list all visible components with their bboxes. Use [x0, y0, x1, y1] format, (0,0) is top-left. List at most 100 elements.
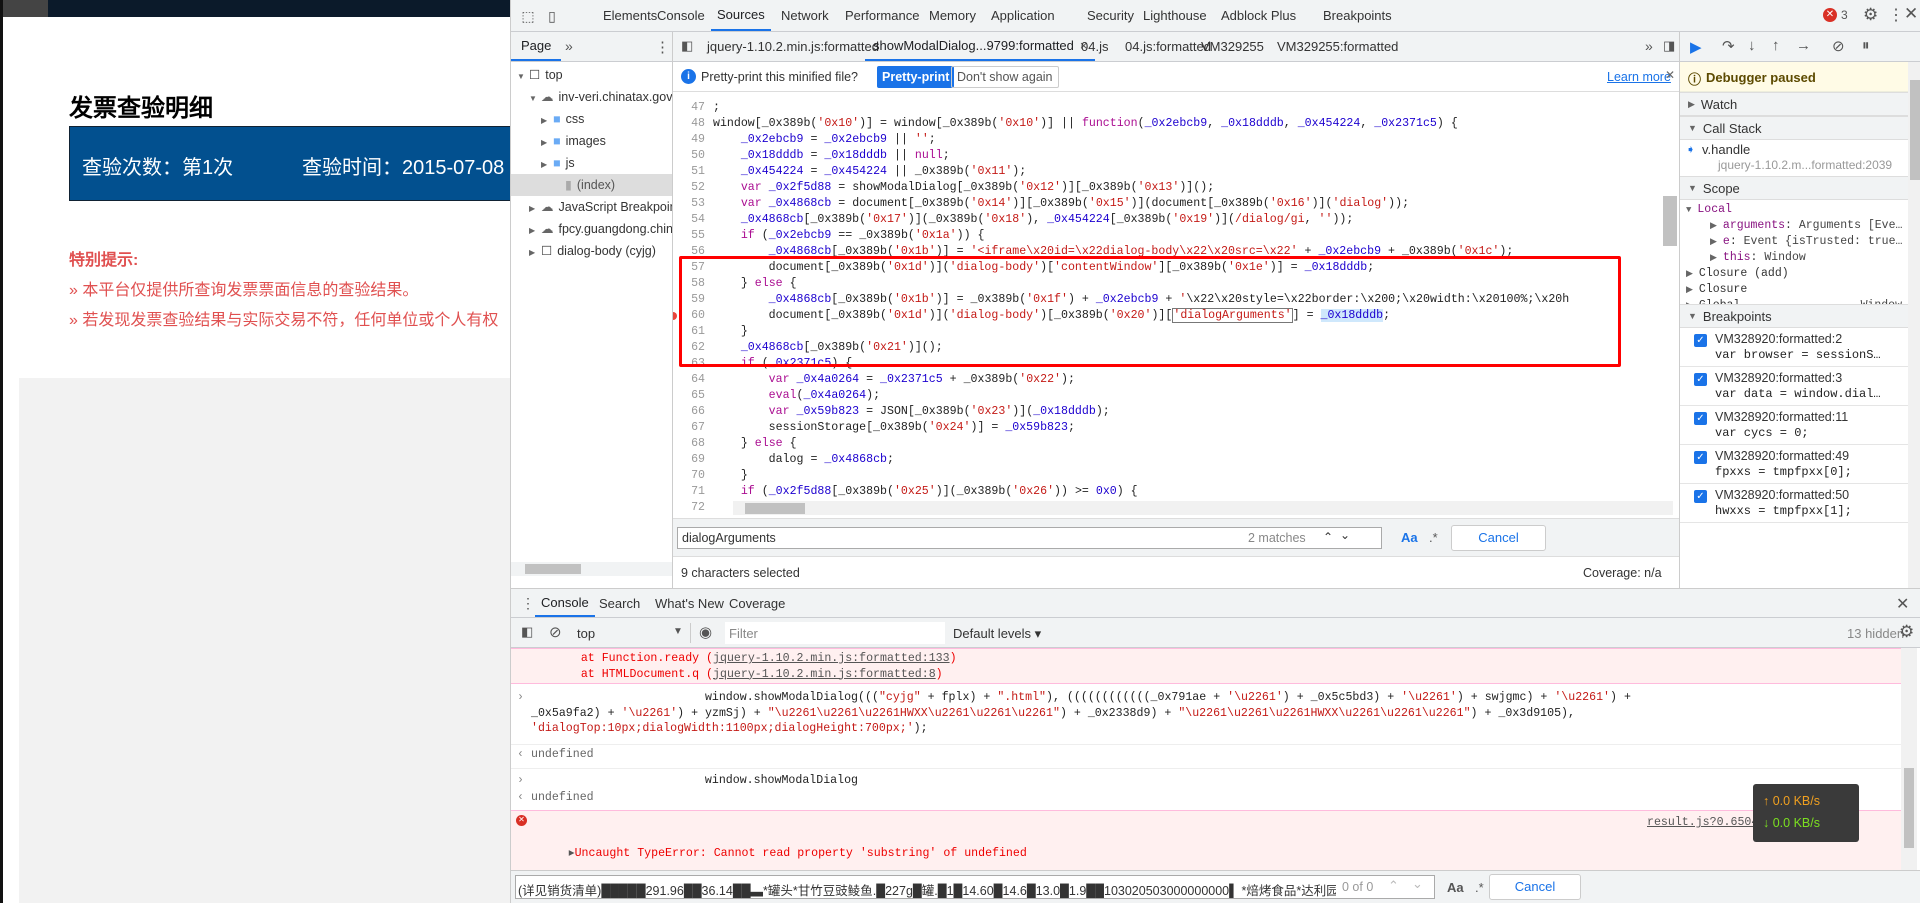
line-number[interactable]: 64 — [673, 372, 713, 388]
code-line[interactable]: 71 if (_0x2f5d88[_0x389b('0x25')](_0x389… — [673, 484, 1673, 500]
code-line[interactable]: 55 if (_0x2ebcb9 == _0x389b('0x1a')) { — [673, 228, 1673, 244]
line-number[interactable]: 70 — [673, 468, 713, 484]
editor-hscrollbar[interactable] — [733, 501, 1673, 515]
line-number[interactable]: 66 — [673, 404, 713, 420]
tab-performance[interactable]: Performance — [839, 0, 925, 31]
drawer-menu-icon[interactable]: ⋮ — [521, 595, 535, 612]
breakpoints-section-header[interactable]: ▼ Breakpoints — [1680, 304, 1908, 328]
settings-gear-icon[interactable]: ⚙ — [1863, 5, 1878, 25]
tree-item[interactable]: ▼ ☐ top — [511, 64, 672, 86]
line-number[interactable]: 65 — [673, 388, 713, 404]
drawer-tab-console[interactable]: Console — [535, 589, 595, 617]
line-number[interactable]: 53 — [673, 196, 713, 212]
stack-link[interactable]: jquery-1.10.2.min.js:formatted:8 — [713, 668, 936, 681]
tab-security[interactable]: Security — [1081, 0, 1140, 31]
line-number[interactable]: 72 — [673, 500, 713, 512]
tree-item[interactable]: ▮ (index) — [511, 174, 672, 196]
tree-item[interactable]: ▼☁ inv-veri.chinatax.gov.cn — [511, 86, 672, 108]
tab-sources[interactable]: Sources — [711, 0, 771, 31]
scope-variable[interactable]: ▶ arguments: Arguments [Eve… — [1680, 218, 1908, 234]
file-tab[interactable]: jquery-1.10.2.min.js:formatted — [699, 32, 887, 61]
tab-page[interactable]: Page — [511, 32, 562, 61]
file-tab[interactable]: 04.js — [1073, 32, 1116, 61]
find-input[interactable]: dialogArguments 2 matches ⌃ ⌄ — [677, 527, 1382, 549]
file-tab[interactable]: VM329255:formatted — [1269, 32, 1406, 61]
collapsed-arrow-icon[interactable]: ▶ — [541, 132, 553, 152]
breakpoint-item[interactable]: ✓ VM328920:formatted:2 var browser = sessi… — [1680, 328, 1908, 367]
line-number[interactable]: 50 — [673, 148, 713, 164]
line-number[interactable]: 68 — [673, 436, 713, 452]
tab-application[interactable]: Application — [985, 0, 1061, 31]
code-line[interactable]: 49 _0x2ebcb9 = _0x2ebcb9 || ''; — [673, 132, 1673, 148]
deactivate-breakpoints-icon[interactable]: ⊘ — [1832, 37, 1845, 55]
step-icon[interactable]: → — [1796, 37, 1811, 54]
tree-item[interactable]: ▶ ■ js — [511, 152, 672, 174]
code-line[interactable]: 65 eval(_0x4a0264); — [673, 388, 1673, 404]
toggle-debugger-icon[interactable]: ◨ — [1663, 38, 1675, 54]
scope-closure[interactable]: ▶ Closure — [1680, 282, 1908, 298]
tree-item[interactable]: ▶ ☐ dialog-body (cyjg) — [511, 240, 672, 262]
watch-section-header[interactable]: ▶ Watch — [1680, 92, 1908, 116]
code-line[interactable]: 48 window[_0x389b('0x10')] = window[_0x38… — [673, 116, 1673, 132]
next-match-icon[interactable]: ⌄ — [1340, 528, 1350, 542]
navigator-menu-icon[interactable]: ⋮ — [655, 38, 670, 56]
close-drawer-icon[interactable]: ✕ — [1896, 594, 1909, 614]
console-settings-gear-icon[interactable]: ⚙ — [1899, 622, 1914, 642]
console-filter-input[interactable]: Filter — [725, 622, 945, 644]
breakpoint-checkbox[interactable]: ✓ — [1694, 334, 1707, 347]
scope-local[interactable]: ▼ Local — [1680, 202, 1908, 218]
close-devtools-icon[interactable]: ✕ — [1904, 4, 1918, 24]
code-line[interactable]: 53 var _0x4868cb = document[_0x389b('0x1… — [673, 196, 1673, 212]
scope-closure[interactable]: ▶ Closure (add) — [1680, 266, 1908, 282]
drawer-tab-search[interactable]: Search — [593, 589, 646, 617]
error-icon[interactable]: ✕ — [1823, 8, 1837, 22]
tab-breakpoints[interactable]: Breakpoints — [1317, 0, 1398, 31]
tree-item[interactable]: ▶ ■ images — [511, 130, 672, 152]
dont-show-again-button[interactable]: Don't show again — [951, 66, 1059, 88]
code-line[interactable]: 51 _0x454224 = _0x454224 || _0x389b('0x1… — [673, 164, 1673, 180]
code-line[interactable]: 66 var _0x59b823 = JSON[_0x389b('0x23')]… — [673, 404, 1673, 420]
breakpoint-checkbox[interactable]: ✓ — [1694, 412, 1707, 425]
clear-console-icon[interactable]: ⊘ — [549, 623, 562, 641]
code-line[interactable]: 50 _0x18dddb = _0x18dddb || null; — [673, 148, 1673, 164]
line-number[interactable]: 71 — [673, 484, 713, 500]
navigator-hscrollbar[interactable] — [511, 562, 672, 576]
step-out-icon[interactable]: ↑ — [1772, 37, 1780, 54]
code-line[interactable]: 69 dalog = _0x4868cb; — [673, 452, 1673, 468]
next-match-icon[interactable]: ⌄ — [1412, 876, 1423, 892]
editor-vscrollbar[interactable] — [1663, 196, 1677, 246]
regex-toggle[interactable]: .* — [1475, 880, 1484, 895]
drawer-tab-what-s-new[interactable]: What's New — [649, 589, 730, 617]
console-sidebar-icon[interactable]: ◧ — [521, 624, 533, 640]
console-vscrollbar[interactable] — [1901, 648, 1917, 870]
collapsed-arrow-icon[interactable]: ▶ — [541, 154, 553, 174]
file-tab[interactable]: VM329255 — [1193, 32, 1272, 61]
breakpoint-checkbox[interactable]: ✓ — [1694, 451, 1707, 464]
context-select[interactable]: top ▼ — [573, 623, 691, 643]
learn-more-link[interactable]: Learn more — [1607, 70, 1671, 84]
scope-variable[interactable]: ▶ this: Window — [1680, 250, 1908, 266]
line-number[interactable]: 54 — [673, 212, 713, 228]
line-number[interactable]: 48 — [673, 116, 713, 132]
breakpoint-item[interactable]: ✓ VM328920:formatted:49 fpxxs = tmpfpxx[0]… — [1680, 445, 1908, 484]
device-toolbar-icon[interactable]: ▯ — [543, 7, 561, 25]
previous-match-icon[interactable]: ⌃ — [1388, 878, 1399, 894]
breakpoint-checkbox[interactable]: ✓ — [1694, 490, 1707, 503]
code-line[interactable]: 68 } else { — [673, 436, 1673, 452]
collapsed-arrow-icon[interactable]: ▶ — [529, 242, 541, 262]
collapsed-arrow-icon[interactable]: ▶ — [529, 198, 541, 218]
line-number[interactable]: 49 — [673, 132, 713, 148]
step-over-icon[interactable]: ↷ — [1722, 37, 1735, 55]
tree-item[interactable]: ▶☁ JavaScript Breakpoints — [511, 196, 672, 218]
code-line[interactable]: 70 } — [673, 468, 1673, 484]
scope-variable[interactable]: ▶ e: Event {isTrusted: true… — [1680, 234, 1908, 250]
console-search-cancel-button[interactable]: Cancel — [1489, 874, 1581, 900]
code-line[interactable]: 67 sessionStorage[_0x389b('0x24')] = _0x… — [673, 420, 1673, 436]
tab-memory[interactable]: Memory — [923, 0, 982, 31]
file-tab[interactable]: showModalDialog...9799:formatted × — [865, 32, 1096, 61]
tab-network[interactable]: Network — [775, 0, 835, 31]
toggle-navigator-icon[interactable]: ◧ — [681, 38, 693, 54]
regex-toggle[interactable]: .* — [1429, 530, 1438, 545]
breakpoint-item[interactable]: ✓ VM328920:formatted:50 hwxxs = tmpfpxx[1]… — [1680, 484, 1908, 523]
line-number[interactable]: 67 — [673, 420, 713, 436]
